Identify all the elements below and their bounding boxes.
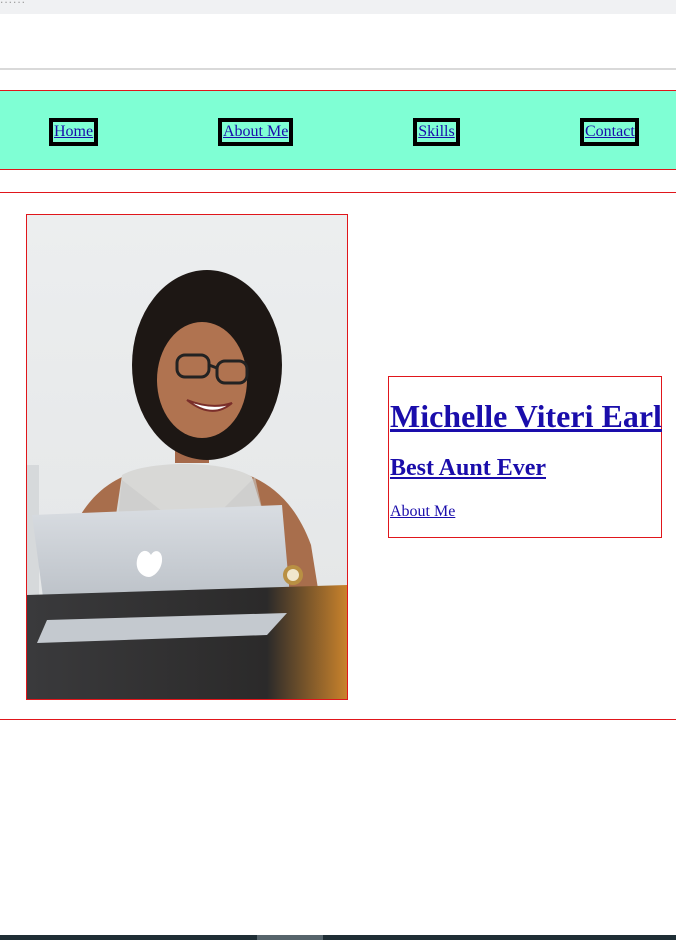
header-divider bbox=[0, 68, 676, 70]
nav-link-about-me[interactable]: About Me bbox=[218, 118, 293, 146]
scrollbar-thumb[interactable] bbox=[257, 935, 323, 940]
nav-link-contact[interactable]: Contact bbox=[580, 118, 639, 146]
intro-box: Michelle Viteri Earl Best Aunt Ever Abou… bbox=[388, 376, 662, 538]
hero-tagline-heading[interactable]: Best Aunt Ever bbox=[390, 453, 546, 483]
browser-top-strip: ...... bbox=[0, 0, 676, 14]
profile-photo-illustration bbox=[27, 215, 347, 699]
main-navigation: Home About Me Skills Contact bbox=[0, 90, 676, 170]
nav-link-skills[interactable]: Skills bbox=[413, 118, 460, 146]
cutoff-text: ...... bbox=[0, 0, 26, 6]
nav-link-home[interactable]: Home bbox=[49, 118, 98, 146]
profile-photo bbox=[26, 214, 348, 700]
hero-name-heading[interactable]: Michelle Viteri Earl bbox=[390, 397, 662, 435]
about-me-link[interactable]: About Me bbox=[390, 502, 455, 522]
header-blank-area bbox=[0, 14, 676, 68]
bottom-scrollbar[interactable] bbox=[0, 935, 676, 940]
hero-section: Michelle Viteri Earl Best Aunt Ever Abou… bbox=[0, 192, 676, 720]
